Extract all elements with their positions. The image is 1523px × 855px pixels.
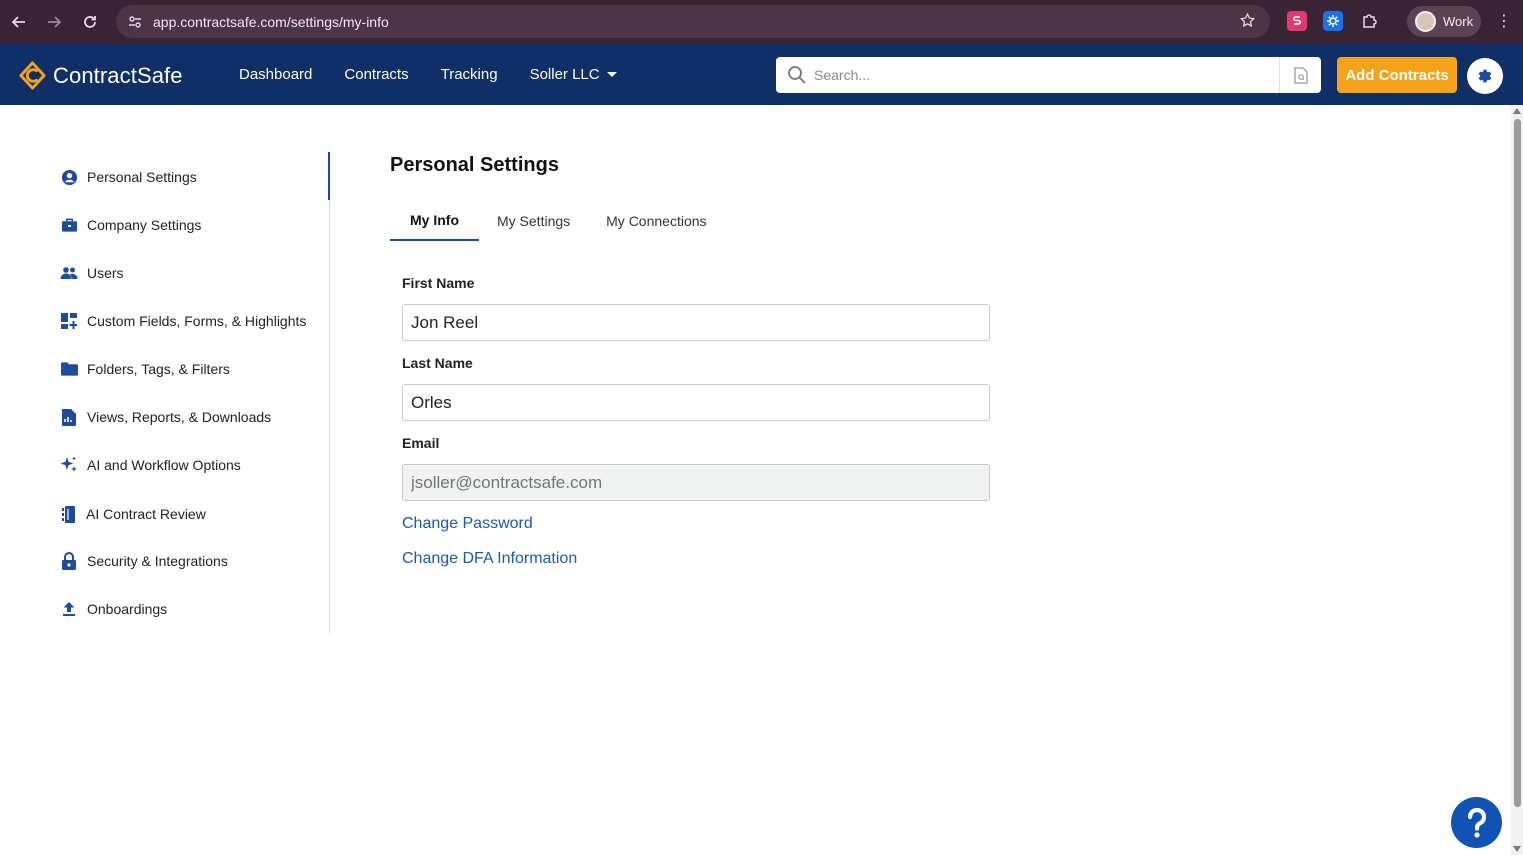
sidebar-item-company-settings[interactable]: Company Settings [60,213,201,237]
tab-my-settings[interactable]: My Settings [479,200,588,241]
chevron-down-icon [606,72,617,77]
last-name-field[interactable] [402,384,990,421]
help-button[interactable] [1451,797,1502,848]
address-bar[interactable]: app.contractsafe.com/settings/my-info [116,5,1270,38]
dashboard-add-icon [60,312,78,330]
add-contracts-button[interactable]: Add Contracts [1337,57,1457,93]
first-name-label: First Name [402,275,475,291]
sidebar-item-onboardings[interactable]: Onboardings [60,597,167,621]
settings-gear-icon[interactable] [1467,58,1503,94]
sparkle-icon [60,456,78,474]
sidebar-item-folders[interactable]: Folders, Tags, & Filters [60,357,230,381]
folder-icon [60,360,78,378]
sidebar-item-views-reports[interactable]: Views, Reports, & Downloads [60,405,271,429]
document-search-icon[interactable] [1279,57,1321,93]
brand-logo[interactable]: ContractSafe [18,61,183,90]
sidebar-item-ai-workflow[interactable]: AI and Workflow Options [60,453,241,477]
sidebar-item-label: Company Settings [87,217,202,233]
sidebar-item-label: Onboardings [87,601,168,617]
change-password-link[interactable]: Change Password [402,515,533,533]
extensions-puzzle-icon[interactable] [1360,11,1380,31]
active-indicator [328,152,330,200]
users-icon [60,264,78,282]
extension-s-icon[interactable] [1287,11,1307,31]
url-text: app.contractsafe.com/settings/my-info [153,13,389,30]
search-box [776,57,1321,93]
sidebar-item-label: Folders, Tags, & Filters [87,361,230,377]
upload-icon [60,600,78,618]
report-icon [60,408,78,426]
change-dfa-link[interactable]: Change DFA Information [402,550,577,568]
sidebar-item-label: AI Contract Review [86,506,206,522]
browser-menu-icon[interactable]: ⋮ [1496,12,1512,32]
contractsafe-logo-icon [19,61,46,90]
page-scrollbar[interactable] [1511,105,1523,855]
site-settings-icon[interactable] [126,13,144,31]
briefcase-icon [60,216,78,234]
profile-chip[interactable]: Work [1407,6,1481,37]
page-title: Personal Settings [390,154,559,176]
nav-tracking[interactable]: Tracking [441,66,498,83]
sidebar-item-label: Custom Fields, Forms, & Highlights [87,313,307,329]
back-icon[interactable] [7,10,31,34]
sidebar-item-label: Views, Reports, & Downloads [87,409,272,425]
search-input[interactable] [814,67,1254,83]
scroll-up-icon[interactable] [1513,108,1521,114]
company-switcher[interactable]: Soller LLC [530,66,617,83]
tab-my-info[interactable]: My Info [390,200,479,241]
company-name: Soller LLC [529,66,600,83]
avatar [1415,11,1436,32]
extension-gear-icon[interactable] [1323,11,1343,31]
sidebar-item-personal-settings[interactable]: Personal Settings [60,165,197,189]
account-circle-icon [60,168,78,186]
book-icon [60,505,77,523]
first-name-field[interactable] [402,304,990,341]
forward-icon[interactable] [42,10,66,34]
sidebar-item-users[interactable]: Users [60,261,124,285]
sidebar-item-custom-fields[interactable]: Custom Fields, Forms, & Highlights [60,309,306,333]
email-field [402,464,990,501]
sidebar-item-label: Users [87,265,124,281]
sidebar-item-security[interactable]: Security & Integrations [60,549,228,573]
question-mark-icon [1467,807,1486,838]
sidebar-item-ai-contract-review[interactable]: AI Contract Review [60,502,206,526]
tab-my-connections[interactable]: My Connections [588,200,724,241]
profile-name: Work [1443,14,1474,29]
brand-name: ContractSafe [53,62,183,88]
bookmark-star-icon[interactable] [1239,12,1256,34]
sidebar-item-label: Personal Settings [87,169,197,185]
app-header: ContractSafe Dashboard Contracts Trackin… [0,44,1523,105]
scrollbar-thumb[interactable] [1514,119,1521,807]
search-icon [788,66,806,84]
scroll-down-icon[interactable] [1513,846,1521,852]
sidebar-item-label: AI and Workflow Options [87,457,241,473]
browser-toolbar: app.contractsafe.com/settings/my-info Wo… [0,0,1523,44]
reload-icon[interactable] [78,10,102,34]
settings-tabs: My Info My Settings My Connections [390,200,725,241]
email-label: Email [402,435,440,451]
nav-contracts[interactable]: Contracts [344,66,408,83]
last-name-label: Last Name [402,355,473,371]
lock-icon [60,552,78,570]
main-nav: Dashboard Contracts Tracking Soller LLC [239,66,649,83]
nav-dashboard[interactable]: Dashboard [239,66,312,83]
sidebar-item-label: Security & Integrations [87,553,228,569]
